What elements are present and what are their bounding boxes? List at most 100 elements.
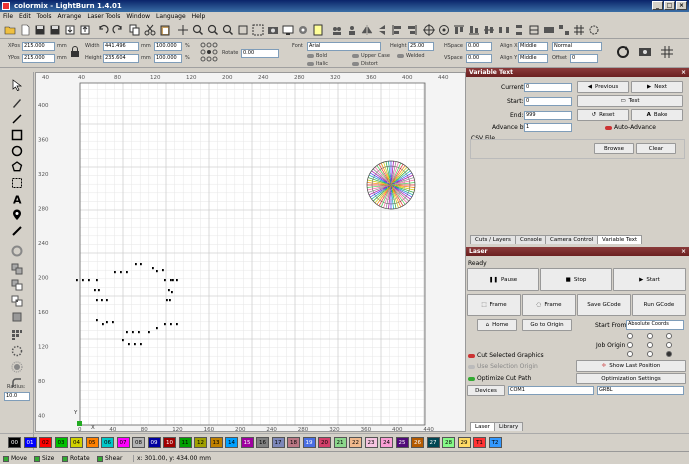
xpos-input[interactable]: 215.000 [22, 42, 55, 51]
menu-edit[interactable]: Edit [19, 13, 31, 20]
origin-radio-tc[interactable] [647, 333, 653, 339]
layer-swatch-18[interactable]: 18 [287, 437, 300, 448]
layer-swatch-T2[interactable]: T2 [488, 437, 502, 448]
menu-window[interactable]: Window [126, 13, 150, 20]
next-button[interactable]: ▶ Next [631, 81, 683, 93]
clear-button[interactable]: Clear [636, 143, 676, 154]
align-left-icon[interactable] [390, 23, 403, 36]
select-arrow-icon[interactable] [10, 78, 24, 92]
redo-icon[interactable] [111, 23, 124, 36]
layer-swatch-14[interactable]: 14 [225, 437, 238, 448]
optimization-settings-button[interactable]: Optimization Settings [576, 373, 686, 384]
reset-button[interactable]: ↺ Reset [577, 109, 629, 121]
show-last-position-button[interactable]: ✛ Show Last Position [576, 360, 686, 372]
tab-camera-control[interactable]: Camera Control [545, 235, 599, 244]
boolean-union-icon[interactable] [10, 262, 24, 276]
minimize-button[interactable]: _ [652, 1, 663, 10]
width-input[interactable]: 441.496 [103, 42, 139, 51]
rotary-tool-icon[interactable] [10, 360, 24, 374]
origin-radio-bc[interactable] [647, 351, 653, 357]
port-select[interactable]: COM1 [508, 386, 594, 395]
align-top-icon[interactable] [452, 23, 465, 36]
layer-swatch-03[interactable]: 03 [54, 437, 68, 448]
tab-variable-text[interactable]: Variable Text [597, 235, 643, 244]
layer-swatch-09[interactable]: 09 [147, 437, 161, 448]
tab-cuts-layers[interactable]: Cuts / Layers [470, 235, 516, 244]
frame-all-icon[interactable] [251, 23, 264, 36]
scale-width-input[interactable]: 100.000 [154, 42, 182, 51]
boolean-difference-icon[interactable] [10, 278, 24, 292]
layer-swatch-05[interactable]: 05 [85, 437, 99, 448]
monitor-icon[interactable] [281, 23, 294, 36]
test-button[interactable]: ▭ Test [577, 95, 683, 107]
close-panel-icon[interactable]: × [681, 68, 686, 77]
close-laser-icon[interactable]: × [681, 247, 686, 256]
align-bottom-icon[interactable] [467, 23, 480, 36]
machine-settings-icon[interactable] [638, 45, 652, 59]
cut-icon[interactable] [143, 23, 156, 36]
frame-button[interactable]: ⬚ Frame [467, 294, 521, 316]
bake-button[interactable]: A Bake [631, 109, 683, 121]
ypos-input[interactable]: 215.000 [22, 54, 55, 63]
layer-swatch-20[interactable]: 20 [318, 437, 331, 448]
current-input[interactable]: 0 [524, 83, 572, 92]
layer-swatch-12[interactable]: 12 [194, 437, 207, 448]
layer-swatch-15[interactable]: 15 [240, 437, 254, 448]
menu-help[interactable]: Help [192, 13, 206, 20]
camera-icon[interactable] [266, 23, 279, 36]
shear-toggle[interactable]: Shear [97, 455, 122, 462]
maximize-button[interactable]: □ [664, 1, 675, 10]
go-to-origin-button[interactable]: Go to Origin [522, 319, 572, 331]
rotate-toggle[interactable]: Rotate [62, 455, 90, 462]
paste-icon[interactable] [158, 23, 171, 36]
scale-height-input[interactable]: 100.000 [154, 54, 182, 63]
distribute-v-icon[interactable] [512, 23, 525, 36]
tab-library[interactable]: Library [494, 422, 524, 431]
start-input[interactable]: 0 [524, 97, 572, 106]
ellipse-tool-icon[interactable] [10, 144, 24, 158]
tab-console[interactable]: Console [515, 235, 547, 244]
font-select[interactable]: Arial [307, 42, 381, 51]
polygon-tool-icon[interactable] [10, 160, 24, 174]
layer-swatch-11[interactable]: 11 [178, 437, 192, 448]
open-folder-icon[interactable] [3, 23, 16, 36]
origin-radio-tl[interactable] [627, 333, 633, 339]
frame-selection-icon[interactable] [236, 23, 249, 36]
grid-array-tool-icon[interactable] [10, 328, 24, 342]
layer-swatch-04[interactable]: 04 [70, 437, 83, 448]
menu-arrange[interactable]: Arrange [57, 13, 81, 20]
boolean-intersect-icon[interactable] [10, 294, 24, 308]
hspace-input[interactable]: 0.00 [466, 42, 492, 51]
size-toggle[interactable]: Size [34, 455, 54, 462]
layer-swatch-01[interactable]: 01 [23, 437, 37, 448]
layer-swatch-02[interactable]: 02 [39, 437, 52, 448]
start-button[interactable]: ▶ Start [613, 268, 686, 291]
flip-icon[interactable] [360, 23, 373, 36]
menu-file[interactable]: File [3, 13, 13, 20]
font-height-input[interactable]: 25.00 [408, 42, 434, 51]
copy-icon[interactable] [128, 23, 141, 36]
save-icon[interactable] [33, 23, 46, 36]
origin-radio-mc[interactable] [647, 342, 653, 348]
layer-swatch-19[interactable]: 19 [302, 437, 316, 448]
grid-array-icon[interactable] [572, 23, 585, 36]
measure-tool-icon[interactable] [10, 224, 24, 238]
home-button[interactable]: ⌂ Home [477, 319, 517, 331]
bold-toggle[interactable]: Bold [307, 53, 327, 59]
browse-button[interactable]: Browse [594, 143, 634, 154]
offset-shapes-icon[interactable] [10, 244, 24, 258]
italic-toggle[interactable]: Italic [307, 61, 328, 67]
origin-radio-br[interactable] [666, 351, 672, 357]
layer-swatch-25[interactable]: 25 [395, 437, 409, 448]
cut-selected-toggle[interactable]: Cut Selected Graphics [468, 352, 544, 359]
weld-icon[interactable] [10, 310, 24, 324]
mirror-icon[interactable] [375, 23, 388, 36]
origin-anchor-grid[interactable] [200, 42, 218, 62]
height-input[interactable]: 235.604 [103, 54, 139, 63]
menu-tools[interactable]: Tools [37, 13, 52, 20]
group-icon[interactable] [330, 23, 343, 36]
arrange-icon[interactable] [557, 23, 570, 36]
welded-toggle[interactable]: Welded [397, 53, 425, 59]
layer-swatch-13[interactable]: 13 [209, 437, 223, 448]
menu-language[interactable]: Language [156, 13, 186, 20]
